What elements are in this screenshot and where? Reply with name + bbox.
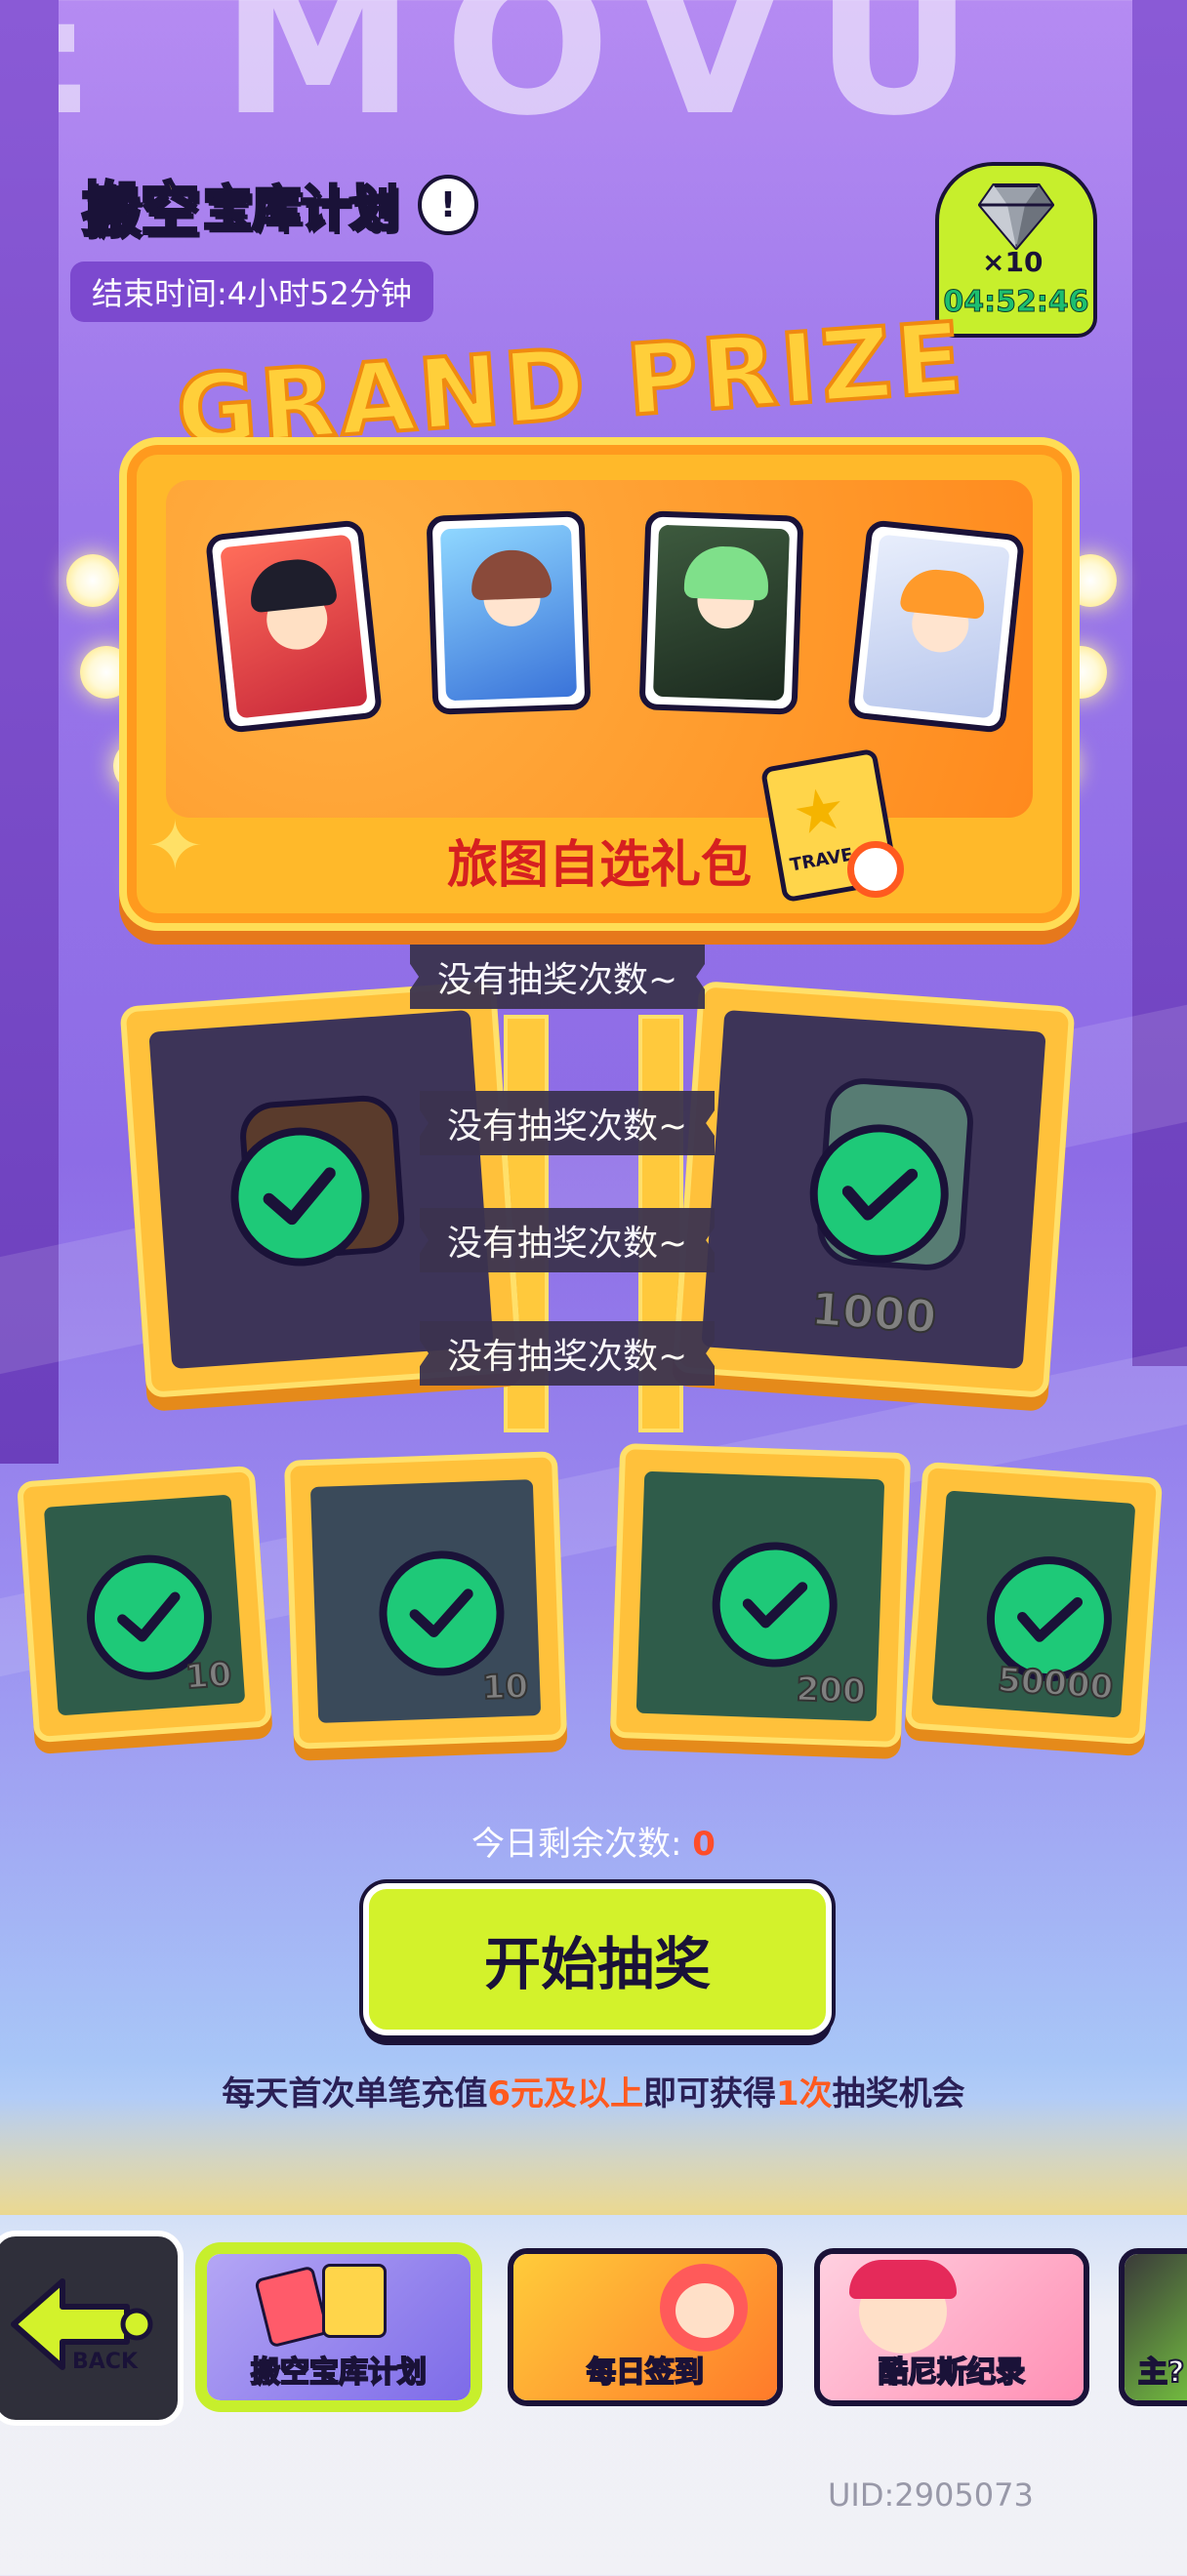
small-prize-box[interactable]: 10 <box>283 1451 568 1750</box>
no-draw-tag: 没有抽奖次数~ <box>420 1208 716 1272</box>
remaining-count: 今日剩余次数: 0 <box>0 1817 1187 1865</box>
prize-value: 50000 <box>996 1660 1116 1709</box>
back-label: BACK <box>72 2350 138 2374</box>
left-pillar <box>0 0 59 1464</box>
title-rest: 宝库计划 <box>202 180 400 239</box>
end-time: 结束时间:4小时52分钟 <box>70 262 433 322</box>
page-title: 搬空 宝库计划 ! <box>81 164 478 246</box>
character-card <box>638 510 804 715</box>
prize-value: 10 <box>184 1654 234 1698</box>
prize-value: 200 <box>795 1669 867 1711</box>
prize-value: 1000 <box>808 1281 938 1345</box>
nav-item-checkin[interactable]: 每日签到 <box>508 2248 783 2406</box>
remaining-value: 0 <box>692 1825 716 1864</box>
check-icon <box>377 1549 507 1678</box>
promo-text: 每天首次单笔充值6元及以上即可获得1次抽奖机会 <box>222 2074 965 2113</box>
nav-label: 酷尼斯纪录 <box>878 2355 1026 2391</box>
info-icon[interactable]: ! <box>418 175 478 235</box>
magnifier-icon <box>847 841 904 898</box>
prize-value: 10 <box>480 1666 530 1709</box>
title-highlight: 搬空 <box>81 175 201 246</box>
travel-pack-icon: ★ TRAVE <box>759 747 904 904</box>
nav-label: 每日签到 <box>586 2355 705 2391</box>
grand-prize-board[interactable]: ✦ 旅图自选礼包 ★ TRAVE <box>119 437 1080 931</box>
grand-prize-label: 旅图自选礼包 <box>446 836 752 895</box>
mid-prize-panel[interactable]: 1000 <box>672 981 1076 1398</box>
no-draw-tag: 没有抽奖次数~ <box>420 1321 716 1386</box>
nav-label: 搬空宝库计划 <box>250 2355 428 2391</box>
right-pillar <box>1132 0 1187 1366</box>
user-id: UID:2905073 <box>828 2476 1034 2514</box>
no-draw-tag: 没有抽奖次数~ <box>410 945 706 1009</box>
nav-item-vault[interactable]: 搬空宝库计划 <box>201 2248 476 2406</box>
nav-item-records[interactable]: 酷尼斯纪录 <box>814 2248 1089 2406</box>
character-card <box>426 510 592 715</box>
start-draw-button[interactable]: 开始抽奖 <box>363 1883 832 2035</box>
no-draw-tag: 没有抽奖次数~ <box>420 1091 716 1155</box>
character-card <box>846 519 1026 734</box>
small-prize-box[interactable]: 50000 <box>904 1461 1164 1746</box>
light-bulb <box>66 554 119 607</box>
nav-label: 主? <box>1137 2355 1185 2391</box>
remaining-label: 今日剩余次数: <box>471 1825 682 1864</box>
check-icon <box>710 1540 839 1670</box>
character-card <box>204 519 384 734</box>
card-icon <box>322 2264 387 2338</box>
back-button[interactable]: BACK <box>0 2231 184 2426</box>
diamond-icon <box>978 183 1054 250</box>
bg-glow <box>0 2098 1187 2215</box>
nav-item-more[interactable]: 主? <box>1119 2248 1187 2406</box>
background-letters: E MOVU <box>0 0 1003 159</box>
small-prize-box[interactable]: 200 <box>609 1442 912 1749</box>
small-prize-box[interactable]: 10 <box>16 1465 273 1744</box>
gem-count: ×10 <box>982 246 1044 278</box>
